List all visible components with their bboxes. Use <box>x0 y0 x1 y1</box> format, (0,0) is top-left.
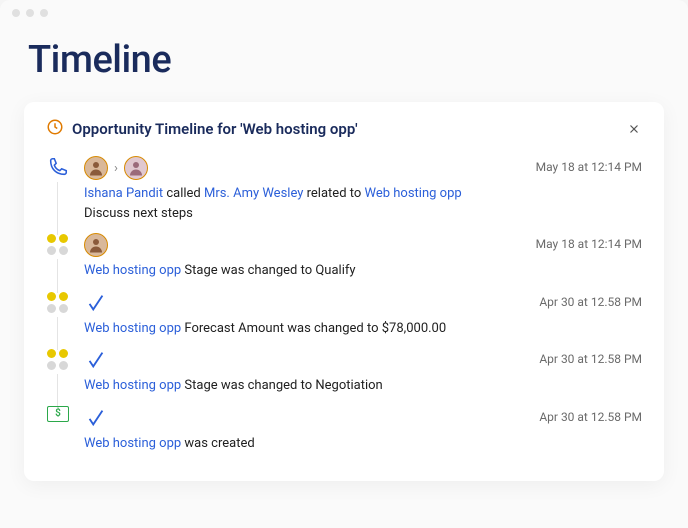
person-link[interactable]: Ishana Pandit <box>84 186 163 201</box>
entry-body: Web hosting opp Forecast Amount was chan… <box>84 291 529 339</box>
avatar[interactable] <box>84 156 108 180</box>
traffic-light-dot <box>12 9 20 17</box>
entry-body: › Ishana Pandit called Mrs. Amy Wesley r… <box>84 156 526 223</box>
avatar[interactable] <box>124 156 148 180</box>
entry-timestamp: May 18 at 12:14 PM <box>536 156 642 223</box>
entry-timestamp: May 18 at 12:14 PM <box>536 233 642 281</box>
entry-description: Web hosting opp Stage was changed to Qua… <box>84 261 526 281</box>
timeline-entry: › Ishana Pandit called Mrs. Amy Wesley r… <box>46 152 642 229</box>
money-icon: $ <box>46 406 70 422</box>
check-icon <box>84 406 108 430</box>
phone-icon <box>46 156 70 178</box>
entry-description: Ishana Pandit called Mrs. Amy Wesley rel… <box>84 184 526 204</box>
opportunity-link[interactable]: Web hosting opp <box>84 263 181 278</box>
titlebar <box>0 0 688 26</box>
stage-icon <box>46 348 70 372</box>
opportunity-link[interactable]: Web hosting opp <box>84 321 181 336</box>
person-link[interactable]: Mrs. Amy Wesley <box>204 186 303 201</box>
timeline-entry: $ Web hosting opp was created Apr 30 at … <box>46 402 642 460</box>
chevron-right-icon: › <box>114 161 118 176</box>
timeline-card: Opportunity Timeline for 'Web hosting op… <box>24 102 664 481</box>
check-icon <box>84 291 108 315</box>
entry-description: Web hosting opp Stage was changed to Neg… <box>84 376 529 396</box>
entry-timestamp: Apr 30 at 12.58 PM <box>539 348 642 396</box>
stage-icon <box>46 233 70 257</box>
entry-note: Discuss next steps <box>84 204 526 224</box>
stage-icon <box>46 291 70 315</box>
check-icon <box>84 348 108 372</box>
entry-timestamp: Apr 30 at 12.58 PM <box>539 291 642 339</box>
opportunity-link[interactable]: Web hosting opp <box>84 436 181 451</box>
connector <box>57 182 58 235</box>
entry-body: Web hosting opp was created <box>84 406 529 454</box>
opportunity-link[interactable]: Web hosting opp <box>84 378 181 393</box>
entry-description: Web hosting opp Forecast Amount was chan… <box>84 319 529 339</box>
avatar[interactable] <box>84 233 108 257</box>
timeline-entry: Web hosting opp Forecast Amount was chan… <box>46 287 642 345</box>
entry-body: Web hosting opp Stage was changed to Neg… <box>84 348 529 396</box>
page-title: Timeline <box>0 26 688 102</box>
card-title: Opportunity Timeline for 'Web hosting op… <box>72 120 618 138</box>
traffic-light-dot <box>26 9 34 17</box>
entry-timestamp: Apr 30 at 12.58 PM <box>539 406 642 454</box>
traffic-light-dot <box>40 9 48 17</box>
timeline-entry: Web hosting opp Stage was changed to Neg… <box>46 344 642 402</box>
opportunity-link[interactable]: Web hosting opp <box>365 186 462 201</box>
entry-description: Web hosting opp was created <box>84 434 529 454</box>
card-header: Opportunity Timeline for 'Web hosting op… <box>46 118 642 140</box>
app-window: Timeline Opportunity Timeline for 'Web h… <box>0 0 688 528</box>
close-icon[interactable] <box>626 121 642 137</box>
clock-icon <box>46 118 64 140</box>
timeline-entry: Web hosting opp Stage was changed to Qua… <box>46 229 642 287</box>
entry-body: Web hosting opp Stage was changed to Qua… <box>84 233 526 281</box>
